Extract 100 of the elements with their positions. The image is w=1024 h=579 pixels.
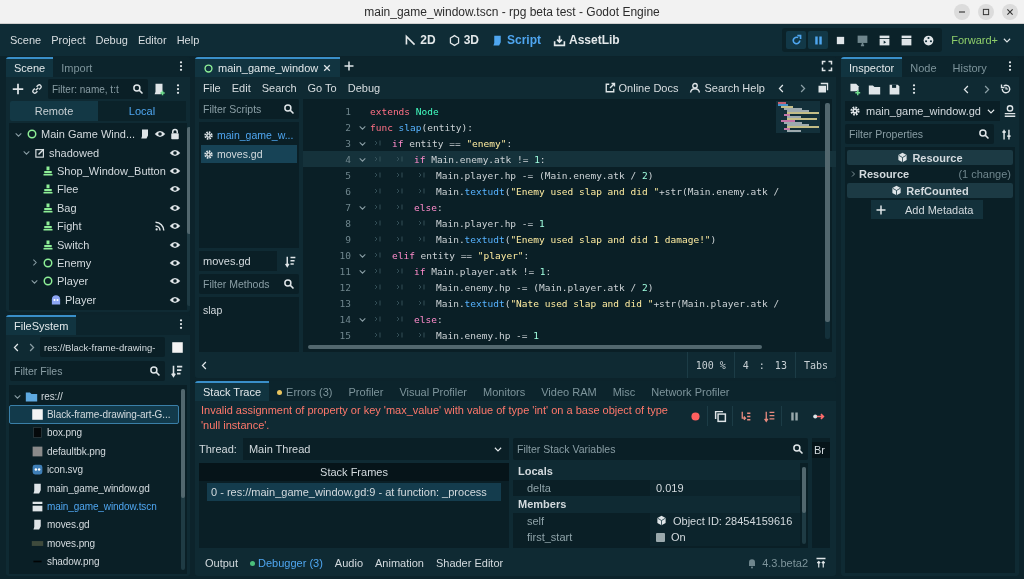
bottom-panel-tab[interactable]: Animation bbox=[371, 555, 428, 571]
scrollbar[interactable] bbox=[802, 467, 806, 544]
file-tree-item[interactable]: shadow.png bbox=[9, 552, 179, 571]
minimap[interactable] bbox=[776, 101, 820, 133]
thread-dropdown[interactable]: Main Thread bbox=[242, 438, 509, 460]
stack-frame[interactable]: 0 - res://main_game_window.gd:9 - at function: _process bbox=[207, 483, 501, 501]
side-tab[interactable]: Br bbox=[812, 442, 830, 458]
menu-item[interactable]: Go To bbox=[303, 79, 341, 97]
debugger-tab[interactable]: Profiler bbox=[340, 381, 392, 401]
menu-item[interactable]: Edit bbox=[227, 79, 255, 97]
script-icon[interactable] bbox=[138, 128, 151, 141]
file-tree-item[interactable]: icon.svg bbox=[9, 460, 179, 479]
debugger-tab[interactable]: Stack Trace bbox=[195, 381, 270, 401]
resource-dropdown[interactable]: main_game_window.gd bbox=[845, 101, 1000, 121]
renderer-dropdown[interactable]: Forward+ bbox=[945, 32, 1018, 48]
close-icon[interactable] bbox=[322, 63, 333, 73]
debugger-tab[interactable]: Errors (3) bbox=[269, 381, 341, 401]
menu-item[interactable]: File bbox=[199, 79, 225, 97]
filter-field[interactable]: Filter Scripts bbox=[199, 99, 299, 119]
debugger-tab[interactable]: Network Profiler bbox=[643, 381, 738, 401]
dock-tab[interactable]: History bbox=[944, 57, 995, 77]
debugger-tab[interactable]: Video RAM bbox=[533, 381, 605, 401]
file-tree-item[interactable]: defaultbk.png bbox=[9, 442, 179, 461]
script-item[interactable]: moves.gd bbox=[201, 145, 297, 163]
run-button[interactable] bbox=[786, 31, 807, 49]
scrollbar[interactable] bbox=[308, 345, 762, 349]
mode-tab[interactable]: Local bbox=[98, 101, 186, 121]
workspace-tab[interactable]: 3D bbox=[446, 31, 480, 49]
scrollbar[interactable] bbox=[181, 389, 185, 570]
help-link[interactable]: Online Docs bbox=[599, 79, 683, 97]
signal-icon[interactable] bbox=[153, 220, 166, 233]
filter-field[interactable]: Filter Methods bbox=[199, 274, 299, 294]
dock-tab[interactable]: Node bbox=[902, 57, 945, 77]
debugger-tab[interactable]: Visual Profiler bbox=[391, 381, 476, 401]
menu-item[interactable]: Search bbox=[257, 79, 301, 97]
lock-icon[interactable] bbox=[168, 128, 181, 141]
add-metadata-button[interactable]: Add Metadata bbox=[871, 200, 983, 219]
code-text: extends Node bbox=[370, 105, 439, 117]
tree-item[interactable]: Enemy bbox=[9, 253, 185, 273]
scrollbar[interactable] bbox=[825, 103, 830, 339]
minimize-button[interactable] bbox=[954, 3, 970, 20]
tree-item[interactable]: Flee bbox=[9, 180, 185, 199]
bottom-panel-tab[interactable]: Shader Editor bbox=[431, 555, 508, 571]
file-tree-item[interactable]: main_game_window.tscn bbox=[9, 497, 179, 516]
file-tree-item[interactable]: moves.gd bbox=[9, 515, 179, 535]
help-link[interactable]: Search Help bbox=[685, 79, 769, 97]
close-button[interactable] bbox=[1002, 3, 1018, 20]
checkbox[interactable] bbox=[656, 532, 665, 542]
dock-tab[interactable]: Import bbox=[53, 57, 101, 77]
file-tree-item[interactable]: res:// bbox=[9, 387, 179, 406]
file-tree-item[interactable]: Black-frame-drawing-art-G... bbox=[9, 405, 179, 424]
zoom-level[interactable]: 100 % bbox=[686, 352, 734, 378]
tree-item[interactable]: Player bbox=[9, 290, 185, 309]
maximize-button[interactable] bbox=[978, 3, 994, 20]
line-number: 14 bbox=[338, 313, 351, 325]
tree-item[interactable]: Player bbox=[9, 272, 185, 291]
filter-field[interactable]: Filter Properties bbox=[845, 124, 994, 144]
menu-item[interactable]: Project bbox=[47, 31, 90, 49]
file-tree-item[interactable]: box.png bbox=[9, 423, 179, 443]
menu-item[interactable]: Editor bbox=[133, 31, 171, 49]
code-text: else: bbox=[414, 313, 443, 325]
tree-item[interactable]: Bag bbox=[9, 198, 185, 217]
file-tree-item[interactable]: main_game_window.gd bbox=[9, 478, 179, 498]
document-tab[interactable]: main_game_window bbox=[195, 57, 341, 77]
filter-field[interactable]: Filter Files bbox=[10, 361, 165, 381]
open-docs-button[interactable] bbox=[1002, 102, 1017, 120]
menu-item[interactable]: Debug bbox=[91, 31, 132, 49]
property-group[interactable]: Resource (1 change) bbox=[847, 166, 1013, 182]
dock-tab[interactable]: Scene bbox=[6, 57, 54, 77]
menu-item[interactable]: Debug bbox=[343, 79, 385, 97]
tree-item[interactable]: Main Game Wind... bbox=[9, 125, 185, 144]
bottom-panel-tab[interactable]: Debugger (3) bbox=[246, 555, 327, 571]
menu-item[interactable]: Scene bbox=[6, 31, 46, 49]
code-text: Main.textudt("Enemy used slap and did 1 damage!") bbox=[436, 233, 717, 245]
run-button[interactable] bbox=[808, 31, 829, 49]
debugger-tab[interactable]: Monitors bbox=[475, 381, 534, 401]
filter-field[interactable]: Filter Stack Variables bbox=[513, 438, 808, 460]
indent-mode[interactable]: Tabs bbox=[794, 352, 836, 378]
tree-item[interactable]: Shop_Window_Button bbox=[9, 161, 185, 181]
workspace-tab[interactable]: Script bbox=[490, 31, 542, 49]
filter-field[interactable]: Filter: name, t:t bbox=[48, 79, 148, 99]
code-text: else: bbox=[414, 201, 443, 213]
script-item[interactable]: main_game_w... bbox=[201, 126, 297, 144]
tree-item[interactable]: Fight bbox=[9, 216, 185, 236]
method-item[interactable]: slap bbox=[201, 301, 297, 319]
bottom-panel-tab[interactable]: Audio bbox=[330, 555, 367, 571]
tree-item[interactable]: shadowed bbox=[9, 143, 185, 162]
menu-item[interactable]: Help bbox=[172, 31, 204, 49]
dock-tab[interactable]: FileSystem bbox=[6, 315, 77, 335]
dock-tab[interactable]: Inspector bbox=[841, 57, 903, 77]
gear-icon bbox=[203, 129, 214, 141]
mode-tab[interactable]: Remote bbox=[10, 101, 98, 121]
workspace-tab[interactable]: 2D bbox=[403, 31, 437, 49]
bottom-panel-tab[interactable]: Output bbox=[201, 555, 243, 571]
scrollbar[interactable] bbox=[186, 127, 190, 306]
workspace-tab[interactable]: AssetLib bbox=[552, 31, 621, 49]
file-tree-item[interactable]: moves.png bbox=[9, 534, 179, 553]
tree-item[interactable]: Switch bbox=[9, 235, 185, 254]
debugger-tab[interactable]: Misc bbox=[604, 381, 644, 401]
path-field[interactable]: res://Black-frame-drawing- bbox=[40, 337, 165, 357]
